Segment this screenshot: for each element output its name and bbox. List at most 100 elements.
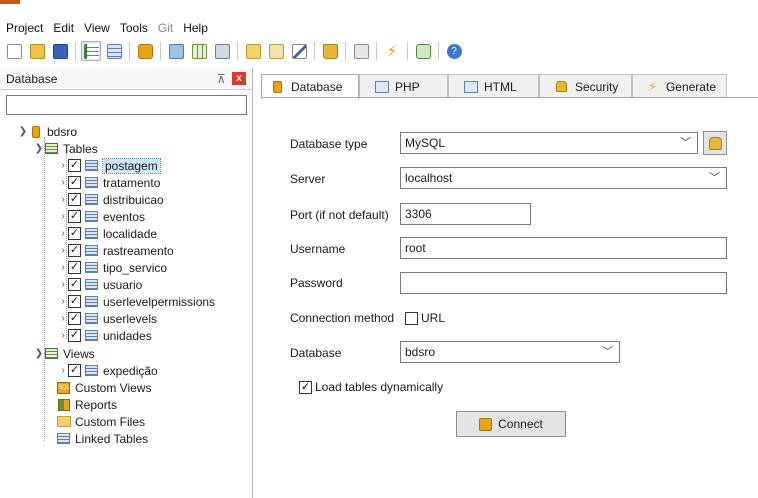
table-row[interactable]: › ✓ postagem bbox=[58, 157, 161, 174]
chevron-right-icon[interactable]: › bbox=[58, 330, 68, 341]
chevron-right-icon[interactable]: › bbox=[58, 296, 68, 307]
username-input[interactable]: root bbox=[400, 237, 727, 259]
table-checkbox[interactable]: ✓ bbox=[68, 210, 81, 223]
tree-item-custom-views[interactable]: SQL Custom Views bbox=[56, 379, 151, 396]
html-icon bbox=[463, 80, 478, 94]
edit-button[interactable] bbox=[266, 41, 286, 61]
tree-item-linked-tables[interactable]: Linked Tables bbox=[56, 430, 148, 447]
url-label[interactable]: URL bbox=[421, 311, 445, 325]
tree-filter-input[interactable] bbox=[6, 95, 247, 115]
database-type-select[interactable]: MySQL ﹀ bbox=[400, 132, 698, 154]
table-checkbox[interactable]: ✓ bbox=[68, 159, 81, 172]
view-checkbox[interactable]: ✓ bbox=[68, 364, 81, 377]
sql-button[interactable] bbox=[166, 41, 186, 61]
tab-php[interactable]: PHP bbox=[359, 74, 448, 98]
chevron-down-icon[interactable]: ❯ bbox=[34, 348, 44, 359]
menu-edit[interactable]: Edit bbox=[53, 20, 74, 36]
save-project-button[interactable] bbox=[50, 41, 70, 61]
chart-button[interactable] bbox=[289, 41, 309, 61]
table-checkbox[interactable]: ✓ bbox=[68, 312, 81, 325]
tree-item-reports[interactable]: Reports bbox=[56, 396, 117, 413]
chevron-right-icon[interactable]: › bbox=[58, 228, 68, 239]
table-checkbox[interactable]: ✓ bbox=[68, 278, 81, 291]
tree-item-root[interactable]: ❯ bdsro bbox=[18, 123, 77, 140]
load-tables-checkbox[interactable]: ✓ bbox=[299, 381, 312, 394]
database-select[interactable]: bdsro ﹀ bbox=[400, 341, 620, 363]
table-row[interactable]: › ✓ localidade bbox=[58, 225, 157, 242]
tab-html[interactable]: HTML bbox=[448, 74, 539, 98]
connect-label: Connect bbox=[498, 417, 543, 431]
table-row[interactable]: › ✓ userlevels bbox=[58, 310, 157, 327]
tab-generate[interactable]: ⚡ Generate bbox=[632, 74, 727, 98]
database-icon bbox=[270, 80, 285, 94]
chevron-right-icon[interactable]: › bbox=[58, 160, 68, 171]
table-checkbox[interactable]: ✓ bbox=[68, 227, 81, 240]
document-button[interactable] bbox=[351, 41, 371, 61]
chevron-right-icon[interactable]: › bbox=[58, 262, 68, 273]
tree-item-tables[interactable]: ❯ Tables bbox=[34, 140, 98, 157]
chevron-down-icon[interactable]: ❯ bbox=[34, 143, 44, 154]
connect-button[interactable]: Connect bbox=[456, 411, 566, 437]
table-row[interactable]: › ✓ usuario bbox=[58, 276, 142, 293]
tree-item-views[interactable]: ❯ Views bbox=[34, 345, 95, 362]
copy-button[interactable] bbox=[212, 41, 232, 61]
copy-icon bbox=[214, 43, 230, 59]
menu-view[interactable]: View bbox=[84, 20, 110, 36]
tree-view-button[interactable] bbox=[81, 41, 101, 61]
table-button[interactable] bbox=[104, 41, 124, 61]
database-icon bbox=[479, 417, 493, 431]
window-top-strip bbox=[0, 0, 758, 14]
table-checkbox[interactable]: ✓ bbox=[68, 295, 81, 308]
pin-icon[interactable]: ⊼ bbox=[217, 72, 226, 86]
chevron-right-icon[interactable]: › bbox=[58, 279, 68, 290]
report-button[interactable] bbox=[243, 41, 263, 61]
security-button[interactable] bbox=[320, 41, 340, 61]
port-input[interactable]: 3306 bbox=[400, 203, 531, 225]
chevron-right-icon[interactable]: › bbox=[58, 211, 68, 222]
open-project-button[interactable] bbox=[27, 41, 47, 61]
url-checkbox[interactable] bbox=[405, 312, 418, 325]
menu-help[interactable]: Help bbox=[183, 20, 208, 36]
tree-item-view[interactable]: › ✓ expedição bbox=[58, 362, 157, 379]
chevron-right-icon[interactable]: › bbox=[58, 194, 68, 205]
table-row[interactable]: › ✓ eventos bbox=[58, 208, 145, 225]
tab-security[interactable]: Security bbox=[539, 74, 632, 98]
table-checkbox[interactable]: ✓ bbox=[68, 329, 81, 342]
tree-item-custom-files[interactable]: Custom Files bbox=[56, 413, 145, 430]
chevron-down-icon[interactable]: ❯ bbox=[18, 126, 28, 137]
chevron-right-icon[interactable]: › bbox=[58, 313, 68, 324]
menu-project[interactable]: Project bbox=[6, 20, 43, 36]
table-checkbox[interactable]: ✓ bbox=[68, 176, 81, 189]
toolbar-separator bbox=[237, 42, 238, 60]
reports-icon bbox=[56, 398, 71, 411]
database-type-lock-button[interactable] bbox=[703, 131, 727, 155]
tab-database[interactable]: Database bbox=[261, 74, 359, 99]
table-checkbox[interactable]: ✓ bbox=[68, 261, 81, 274]
table-checkbox[interactable]: ✓ bbox=[68, 244, 81, 257]
help-button[interactable]: ? bbox=[444, 41, 464, 61]
grid-button[interactable] bbox=[189, 41, 209, 61]
table-row[interactable]: › ✓ unidades bbox=[58, 327, 151, 344]
database-tool-button[interactable] bbox=[135, 41, 155, 61]
table-row[interactable]: › ✓ rastreamento bbox=[58, 242, 173, 259]
menu-tools[interactable]: Tools bbox=[120, 20, 148, 36]
table-row[interactable]: › ✓ userlevelpermissions bbox=[58, 293, 215, 310]
menu-git[interactable]: Git bbox=[158, 20, 173, 36]
table-checkbox[interactable]: ✓ bbox=[68, 193, 81, 206]
lightning-icon: ⚡ bbox=[647, 78, 658, 94]
form-icon bbox=[168, 43, 184, 59]
password-input[interactable] bbox=[400, 272, 727, 294]
chevron-right-icon[interactable]: › bbox=[58, 245, 68, 256]
new-project-button[interactable] bbox=[4, 41, 24, 61]
chevron-right-icon[interactable]: › bbox=[58, 365, 68, 376]
refresh-button[interactable] bbox=[413, 41, 433, 61]
chevron-right-icon[interactable]: › bbox=[58, 177, 68, 188]
server-select[interactable]: localhost ﹀ bbox=[400, 167, 727, 189]
table-row[interactable]: › ✓ distribuicao bbox=[58, 191, 163, 208]
edit-icon bbox=[268, 43, 284, 59]
load-tables-label[interactable]: Load tables dynamically bbox=[315, 380, 443, 394]
generate-button[interactable]: ⚡ bbox=[382, 41, 402, 61]
close-panel-button[interactable]: x bbox=[232, 72, 246, 85]
table-row[interactable]: › ✓ tratamento bbox=[58, 174, 160, 191]
table-row[interactable]: › ✓ tipo_servico bbox=[58, 259, 167, 276]
